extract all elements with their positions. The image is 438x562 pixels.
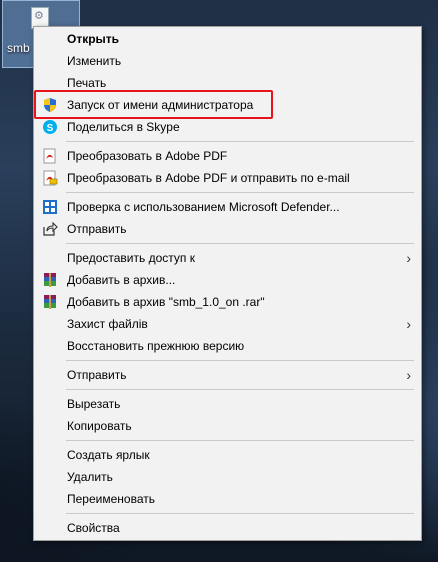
- svg-text:S: S: [47, 123, 54, 134]
- menu-item-share-skype[interactable]: S Поделиться в Skype: [34, 116, 421, 138]
- menu-separator: [66, 192, 414, 193]
- defender-icon: [43, 200, 57, 214]
- adobe-pdf-icon: [43, 148, 56, 164]
- menu-separator: [66, 440, 414, 441]
- menu-item-cut[interactable]: Вырезать: [34, 393, 421, 415]
- menu-item-create-shortcut[interactable]: Создать ярлык: [34, 444, 421, 466]
- menu-item-restore-version[interactable]: Восстановить прежнюю версию: [34, 335, 421, 357]
- chevron-right-icon: ›: [406, 367, 411, 383]
- winrar-icon: [44, 295, 56, 309]
- menu-item-copy[interactable]: Копировать: [34, 415, 421, 437]
- desktop-icon-label: smb: [7, 41, 30, 55]
- menu-item-give-access[interactable]: Предоставить доступ к ›: [34, 247, 421, 269]
- menu-separator: [66, 513, 414, 514]
- menu-item-open[interactable]: Открыть: [34, 28, 421, 50]
- context-menu: Открыть Изменить Печать Запуск от имени …: [33, 26, 422, 541]
- chevron-right-icon: ›: [406, 316, 411, 332]
- adobe-pdf-mail-icon: [43, 170, 58, 186]
- menu-item-add-archive-rar[interactable]: Добавить в архив "smb_1.0_on .rar": [34, 291, 421, 313]
- highlight-box: [34, 90, 273, 119]
- menu-item-share[interactable]: Отправить: [34, 218, 421, 240]
- menu-item-file-protection[interactable]: Захист файлів ›: [34, 313, 421, 335]
- menu-item-defender-scan[interactable]: Проверка с использованием Microsoft Defe…: [34, 196, 421, 218]
- chevron-right-icon: ›: [406, 250, 411, 266]
- menu-item-convert-pdf[interactable]: Преобразовать в Adobe PDF: [34, 145, 421, 167]
- menu-item-convert-pdf-email[interactable]: Преобразовать в Adobe PDF и отправить по…: [34, 167, 421, 189]
- skype-icon: S: [43, 120, 57, 134]
- menu-item-rename[interactable]: Переименовать: [34, 488, 421, 510]
- menu-separator: [66, 360, 414, 361]
- menu-item-delete[interactable]: Удалить: [34, 466, 421, 488]
- menu-item-properties[interactable]: Свойства: [34, 517, 421, 539]
- menu-separator: [66, 243, 414, 244]
- menu-item-edit[interactable]: Изменить: [34, 50, 421, 72]
- menu-item-send-to[interactable]: Отправить ›: [34, 364, 421, 386]
- menu-item-add-archive[interactable]: Добавить в архив...: [34, 269, 421, 291]
- share-icon: [43, 221, 58, 236]
- menu-separator: [66, 141, 414, 142]
- winrar-icon: [44, 273, 56, 287]
- menu-separator: [66, 389, 414, 390]
